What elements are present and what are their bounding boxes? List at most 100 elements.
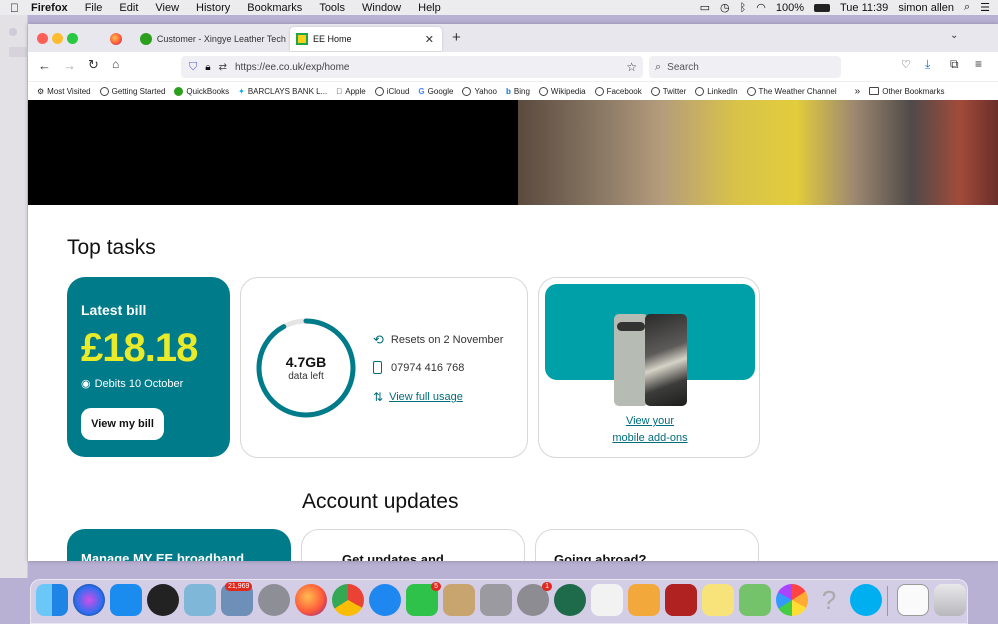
bookmark-quickbooks[interactable]: QuickBooks [174,86,230,96]
more-bookmarks-chevron-icon[interactable]: » [855,86,861,97]
tab-label: Customer - Xingye Leather Tech [156,34,286,44]
notes-icon[interactable] [702,584,734,616]
maps-icon[interactable] [739,584,771,616]
bookmark-label: LinkedIn [701,86,737,96]
bookmark-google[interactable]: G Google [418,87,453,96]
bookmark-getting-started[interactable]: Getting Started [99,86,165,96]
preview-icon[interactable] [184,584,216,616]
launchpad-icon[interactable] [258,584,290,616]
control-center-icon[interactable]: ☰ [980,1,990,14]
app-store-icon[interactable] [110,584,142,616]
close-tab-icon[interactable]: ✕ [425,33,434,46]
back-button[interactable]: ← [38,58,51,73]
safari-icon[interactable] [369,584,401,616]
spotlight-icon[interactable]: ⌕ [964,1,970,14]
close-window-button[interactable] [37,33,48,44]
bookmark-star-icon[interactable]: ☆ [626,60,637,74]
firefox-dock-icon[interactable] [295,584,327,616]
user-name[interactable]: simon allen [898,2,954,14]
time-machine-icon[interactable]: ◷ [720,1,730,14]
tab-ee-home[interactable]: EE Home ✕ [290,27,442,51]
numbers-icon[interactable] [591,584,623,616]
photos-app-icon[interactable]: 21,969 [221,582,253,616]
facetime-icon[interactable]: 5 [406,582,441,616]
bookmark-other[interactable]: Other Bookmarks [869,87,944,96]
tracking-shield-icon[interactable]: ⛉ [189,61,197,74]
bluetooth-icon[interactable]: ᛒ [740,2,747,14]
wifi-icon[interactable]: ◠ [756,1,766,14]
view-my-bill-button[interactable]: View my bill [81,408,164,440]
tab-firefox-view[interactable] [100,27,132,51]
view-your-addons-link-line2[interactable]: mobile add-ons [539,432,761,444]
menu-window[interactable]: Window [362,2,401,14]
app-menu-icon[interactable]: ≡ [975,57,982,71]
view-full-usage-row[interactable]: ⇅ View full usage [373,390,463,404]
finder-icon[interactable] [36,584,68,616]
contacts-icon[interactable] [443,584,475,616]
tab-bar: Customer - Xingye Leather Tech EE Home ✕… [28,24,998,52]
battery-icon[interactable] [813,3,830,12]
url-bar[interactable]: ⛉ 🔒︎ ⇄ https://ee.co.uk/exp/home ☆ [181,56,643,78]
system-preferences-icon[interactable]: 1 [517,582,552,616]
broadband-card[interactable]: Manage MY EE broadband [67,529,291,561]
view-your-addons-link-line1[interactable]: View your [539,415,761,427]
bookmark-apple[interactable]: Apple [336,87,365,96]
menu-file[interactable]: File [85,2,103,14]
bookmark-label: QuickBooks [186,86,230,96]
search-placeholder: Search [667,61,699,73]
reload-button[interactable]: ↻ [88,57,99,73]
pages-icon[interactable] [628,584,660,616]
apple-icon[interactable]:  [10,1,19,15]
lock-icon[interactable]: 🔒︎ [205,62,210,73]
siri-icon[interactable] [73,584,105,616]
pocket-icon[interactable]: ♡ [901,58,911,71]
url-text[interactable]: https://ee.co.uk/exp/home [235,62,350,73]
photos-icon[interactable] [776,584,808,616]
dashboard-icon[interactable] [147,584,179,616]
clock[interactable]: Tue 11:39 [840,2,888,14]
permissions-icon[interactable]: ⇄ [219,62,227,73]
menu-edit[interactable]: Edit [119,2,138,14]
downloads-icon[interactable]: ⤓ [925,57,930,72]
menu-history[interactable]: History [196,2,230,14]
zoom-window-button[interactable] [67,33,78,44]
bookmark-weather-channel[interactable]: The Weather Channel [746,86,837,96]
bookmark-most-visited[interactable]: ⚙ Most Visited [37,87,91,96]
bookmark-icloud[interactable]: iCloud [374,86,409,96]
bookmark-linkedin[interactable]: LinkedIn [695,86,738,96]
menu-help[interactable]: Help [418,2,441,14]
menu-tools[interactable]: Tools [319,2,345,14]
menu-view[interactable]: View [155,2,179,14]
list-tabs-icon[interactable]: ⌄ [950,30,958,41]
bookmark-barclays[interactable]: ✦ BARCLAYS BANK L... [238,87,327,96]
forward-button[interactable]: → [63,58,76,73]
bookmark-label: Other Bookmarks [876,86,944,96]
home-button[interactable]: ⌂ [112,57,119,71]
new-tab-button[interactable]: + [452,29,461,46]
going-abroad-card[interactable]: Going abroad? [535,529,759,561]
search-bar[interactable]: ⌕ Search [649,56,841,78]
menu-bookmarks[interactable]: Bookmarks [247,2,302,14]
chrome-icon[interactable] [332,584,364,616]
document-stack-icon[interactable] [897,584,929,616]
disk-utility-icon[interactable] [480,584,512,616]
tab-customer[interactable]: Customer - Xingye Leather Tech [132,27,288,51]
bookmark-bing[interactable]: b Bing [506,87,530,96]
menu-firefox[interactable]: Firefox [31,2,68,14]
bookmark-twitter[interactable]: Twitter [650,86,686,96]
bookmark-wikipedia[interactable]: Wikipedia [538,86,586,96]
bookmark-yahoo[interactable]: Yahoo [462,86,497,96]
updates-card[interactable]: Get updates and... [301,529,525,561]
extensions-icon[interactable]: ⧉ [950,57,959,72]
bookmark-label: Yahoo [468,86,497,96]
view-full-usage-link[interactable]: View full usage [389,391,463,403]
airplay-icon[interactable]: ▭ [700,1,710,14]
photo-booth-icon[interactable] [665,584,697,616]
minimize-window-button[interactable] [52,33,63,44]
time-machine-icon[interactable] [554,584,586,616]
help-icon[interactable]: ? [813,584,845,616]
bookmark-facebook[interactable]: Facebook [594,86,642,96]
trash-icon[interactable] [934,584,966,616]
data-left-amount: 4.7GB [285,354,327,370]
skype-icon[interactable] [850,584,882,616]
